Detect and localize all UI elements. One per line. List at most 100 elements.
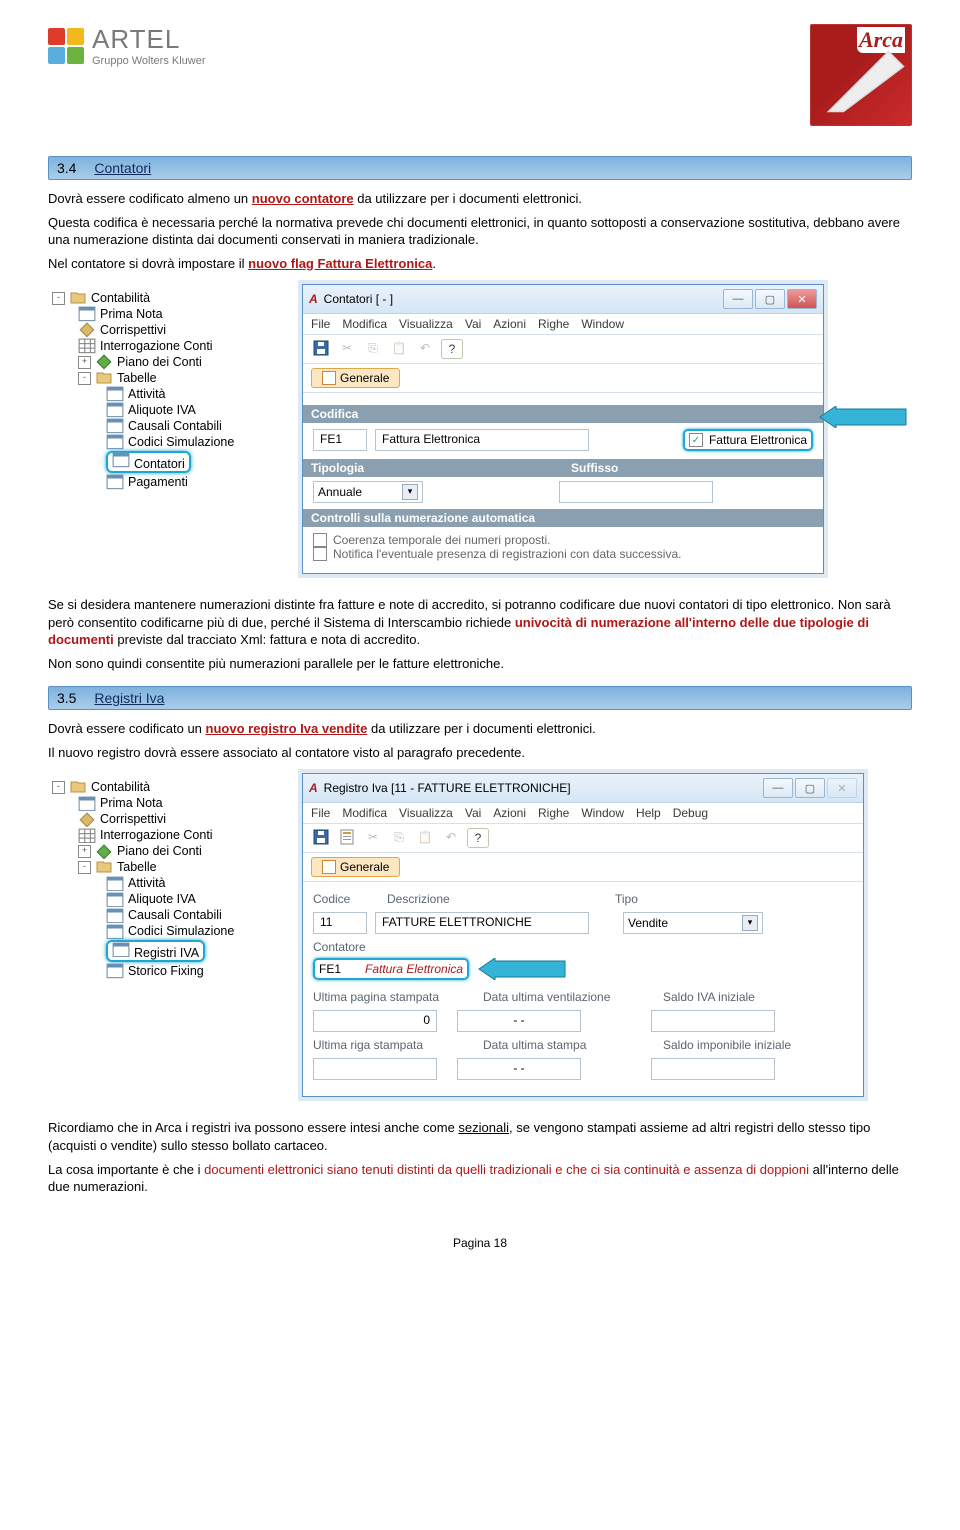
tab-bar: Generale xyxy=(303,364,823,393)
close-button[interactable]: ✕ xyxy=(827,778,857,798)
tree-item[interactable]: Piano dei Conti xyxy=(117,844,202,858)
save-icon[interactable] xyxy=(311,828,331,846)
menu-item[interactable]: Help xyxy=(636,806,661,820)
suffisso-field[interactable] xyxy=(559,481,713,503)
menu-item[interactable]: Visualizza xyxy=(399,806,453,820)
codice-field[interactable]: FE1 xyxy=(313,429,367,451)
para: Nel contatore si dovrà impostare il nuov… xyxy=(48,255,912,273)
tree-item[interactable]: Interrogazione Conti xyxy=(100,828,213,842)
tree-expand-icon[interactable]: + xyxy=(78,356,91,369)
tree-item[interactable]: Tabelle xyxy=(117,860,157,874)
tab-generale[interactable]: Generale xyxy=(311,368,400,388)
tree-collapse-icon[interactable]: - xyxy=(78,861,91,874)
menu-item[interactable]: Modifica xyxy=(342,317,387,331)
data-ultima-stampa-field[interactable]: - - xyxy=(457,1058,581,1080)
menu-item[interactable]: Azioni xyxy=(493,806,526,820)
tree-item[interactable]: Aliquote IVA xyxy=(128,892,196,906)
chevron-down-icon: ▾ xyxy=(402,484,418,500)
menu-item[interactable]: Azioni xyxy=(493,317,526,331)
menu-item[interactable]: File xyxy=(311,317,330,331)
tree-collapse-icon[interactable]: - xyxy=(52,781,65,794)
tree-item[interactable]: Corrispettivi xyxy=(100,323,166,337)
help-icon[interactable]: ? xyxy=(467,828,489,848)
menu-item[interactable]: Vai xyxy=(465,317,481,331)
form-icon xyxy=(106,435,124,449)
app-icon: A xyxy=(309,292,318,306)
para: Non sono quindi consentite più numerazio… xyxy=(48,655,912,673)
tree-item[interactable]: Tabelle xyxy=(117,371,157,385)
tree-item-highlighted[interactable]: Registri IVA xyxy=(106,940,205,962)
saldo-iva-field[interactable] xyxy=(651,1010,775,1032)
menu-item[interactable]: Righe xyxy=(538,317,569,331)
folder-icon xyxy=(69,291,87,305)
tree-item[interactable]: Interrogazione Conti xyxy=(100,339,213,353)
tab-bar: Generale xyxy=(303,853,863,882)
tree-item[interactable]: Contabilità xyxy=(91,780,150,794)
tree-item-highlighted[interactable]: Contatori xyxy=(106,451,191,473)
tipologia-dropdown[interactable]: Annuale▾ xyxy=(313,481,423,503)
data-ventilazione-field[interactable]: - - xyxy=(457,1010,581,1032)
tree-item[interactable]: Codici Simulazione xyxy=(128,435,234,449)
descrizione-field[interactable]: Fattura Elettronica xyxy=(375,429,589,451)
para: Se si desidera mantenere numerazioni dis… xyxy=(48,596,912,649)
para: Ricordiamo che in Arca i registri iva po… xyxy=(48,1119,912,1154)
tree-item[interactable]: Prima Nota xyxy=(100,796,163,810)
toolbar: ✂ ⎘ 📋 ↶ ? xyxy=(303,824,863,853)
tree-item[interactable]: Attività xyxy=(128,876,166,890)
tree-expand-icon[interactable]: + xyxy=(78,845,91,858)
report-icon[interactable] xyxy=(337,828,357,846)
tab-generale[interactable]: Generale xyxy=(311,857,400,877)
tree-collapse-icon[interactable]: - xyxy=(52,292,65,305)
contatore-desc[interactable]: Fattura Elettronica xyxy=(365,962,463,976)
ultima-riga-field[interactable] xyxy=(313,1058,437,1080)
tab-icon xyxy=(322,860,336,874)
close-button[interactable]: ✕ xyxy=(787,289,817,309)
tree-item[interactable]: Piano dei Conti xyxy=(117,355,202,369)
maximize-button[interactable]: ▢ xyxy=(755,289,785,309)
checkbox-label: Coerenza temporale dei numeri proposti. xyxy=(333,533,550,547)
tree-collapse-icon[interactable]: - xyxy=(78,372,91,385)
tree-item[interactable]: Prima Nota xyxy=(100,307,163,321)
tree-item[interactable]: Aliquote IVA xyxy=(128,403,196,417)
checkbox[interactable] xyxy=(313,533,327,547)
menu-item[interactable]: Window xyxy=(581,317,624,331)
tab-icon xyxy=(322,371,336,385)
menu-item[interactable]: Debug xyxy=(673,806,708,820)
tree-item[interactable]: Codici Simulazione xyxy=(128,924,234,938)
label: Data ultima ventilazione xyxy=(483,990,643,1004)
codice-field[interactable]: 11 xyxy=(313,912,367,934)
form-icon xyxy=(106,908,124,922)
menu-item[interactable]: Righe xyxy=(538,806,569,820)
tree-item[interactable]: Pagamenti xyxy=(128,475,188,489)
group-header: Tipologia xyxy=(303,459,563,477)
tree-item[interactable]: Corrispettivi xyxy=(100,812,166,826)
checkbox-fattura-elettronica[interactable]: ✓ xyxy=(689,433,703,447)
menu-item[interactable]: Vai xyxy=(465,806,481,820)
tree-item[interactable]: Causali Contabili xyxy=(128,419,222,433)
diamond-icon xyxy=(78,812,96,826)
ultima-pagina-field[interactable]: 0 xyxy=(313,1010,437,1032)
paste-icon: 📋 xyxy=(415,828,435,846)
tree-item[interactable]: Attività xyxy=(128,387,166,401)
menu-item[interactable]: Modifica xyxy=(342,806,387,820)
contatore-code[interactable]: FE1 xyxy=(319,962,359,976)
tree-item[interactable]: Contabilità xyxy=(91,291,150,305)
form-icon xyxy=(112,453,130,467)
checkbox[interactable] xyxy=(313,547,327,561)
descrizione-field[interactable]: FATTURE ELETTRONICHE xyxy=(375,912,589,934)
cut-icon: ✂ xyxy=(363,828,383,846)
tipo-dropdown[interactable]: Vendite▾ xyxy=(623,912,763,934)
save-icon[interactable] xyxy=(311,339,331,357)
saldo-imponibile-field[interactable] xyxy=(651,1058,775,1080)
minimize-button[interactable]: — xyxy=(763,778,793,798)
maximize-button[interactable]: ▢ xyxy=(795,778,825,798)
help-icon[interactable]: ? xyxy=(441,339,463,359)
menu-item[interactable]: Visualizza xyxy=(399,317,453,331)
diamond-icon xyxy=(95,355,113,369)
form-icon xyxy=(106,475,124,489)
tree-item[interactable]: Storico Fixing xyxy=(128,964,204,978)
menu-item[interactable]: File xyxy=(311,806,330,820)
tree-item[interactable]: Causali Contabili xyxy=(128,908,222,922)
minimize-button[interactable]: — xyxy=(723,289,753,309)
menu-item[interactable]: Window xyxy=(581,806,624,820)
